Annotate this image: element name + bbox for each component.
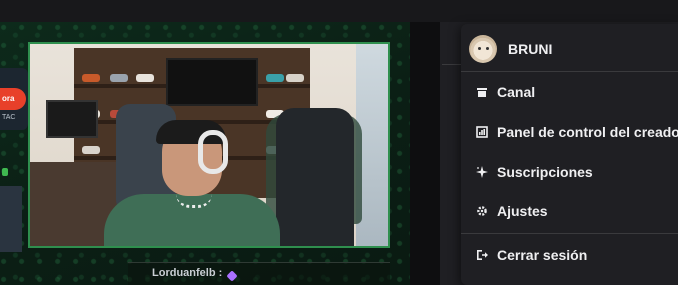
dashboard-icon: [475, 125, 489, 139]
user-profile-header[interactable]: BRUNI: [469, 34, 552, 64]
sneaker: [110, 74, 128, 82]
user-avatar[interactable]: [469, 35, 497, 63]
menu-divider: [461, 71, 678, 72]
panel-gutter: [410, 22, 440, 285]
headphones-icon: [198, 130, 228, 174]
menu-item-creator-dashboard[interactable]: Panel de control del creador: [475, 121, 678, 143]
chat-username: Lorduanfelb :: [152, 267, 223, 279]
panel-divider: [442, 64, 462, 65]
menu-item-label: Cerrar sesión: [497, 247, 588, 263]
menu-item-label: Canal: [497, 84, 536, 100]
menu-item-label: Panel de control del creador: [497, 124, 678, 140]
overlay-status-dot: [2, 168, 8, 176]
sneaker: [286, 74, 304, 82]
menu-item-subscriptions[interactable]: Suscripciones: [475, 161, 593, 183]
sneaker: [82, 74, 100, 82]
overlay-alert-pill: ora: [0, 88, 26, 110]
sneaker: [82, 146, 100, 154]
sparkle-icon: [475, 165, 489, 179]
gear-icon: [475, 204, 489, 218]
webcam-gaming-chair: [276, 108, 354, 246]
menu-divider: [461, 233, 678, 234]
channel-icon: [475, 85, 489, 99]
menu-item-label: Ajustes: [497, 203, 548, 219]
menu-item-logout[interactable]: Cerrar sesión: [475, 244, 587, 266]
webcam-video[interactable]: [28, 42, 390, 248]
menu-item-settings[interactable]: Ajustes: [475, 200, 548, 222]
user-dropdown-menu: BRUNI Canal Panel de control del creador…: [461, 24, 678, 285]
webcam-tv: [166, 58, 258, 106]
overlay-card: [0, 186, 22, 252]
sneaker: [136, 74, 154, 82]
menu-item-label: Suscripciones: [497, 164, 593, 180]
username: BRUNI: [508, 41, 553, 57]
sneaker: [266, 74, 284, 82]
menu-item-channel[interactable]: Canal: [475, 81, 535, 103]
overlay-alert-subtext: TAC: [2, 114, 16, 121]
top-navigation-bar: [0, 0, 678, 22]
webcam-monitor: [46, 100, 98, 138]
logout-icon: [475, 248, 489, 262]
stream-page: ora TAC Lorduanfelb : BRUNI Canal Panel …: [0, 0, 678, 285]
